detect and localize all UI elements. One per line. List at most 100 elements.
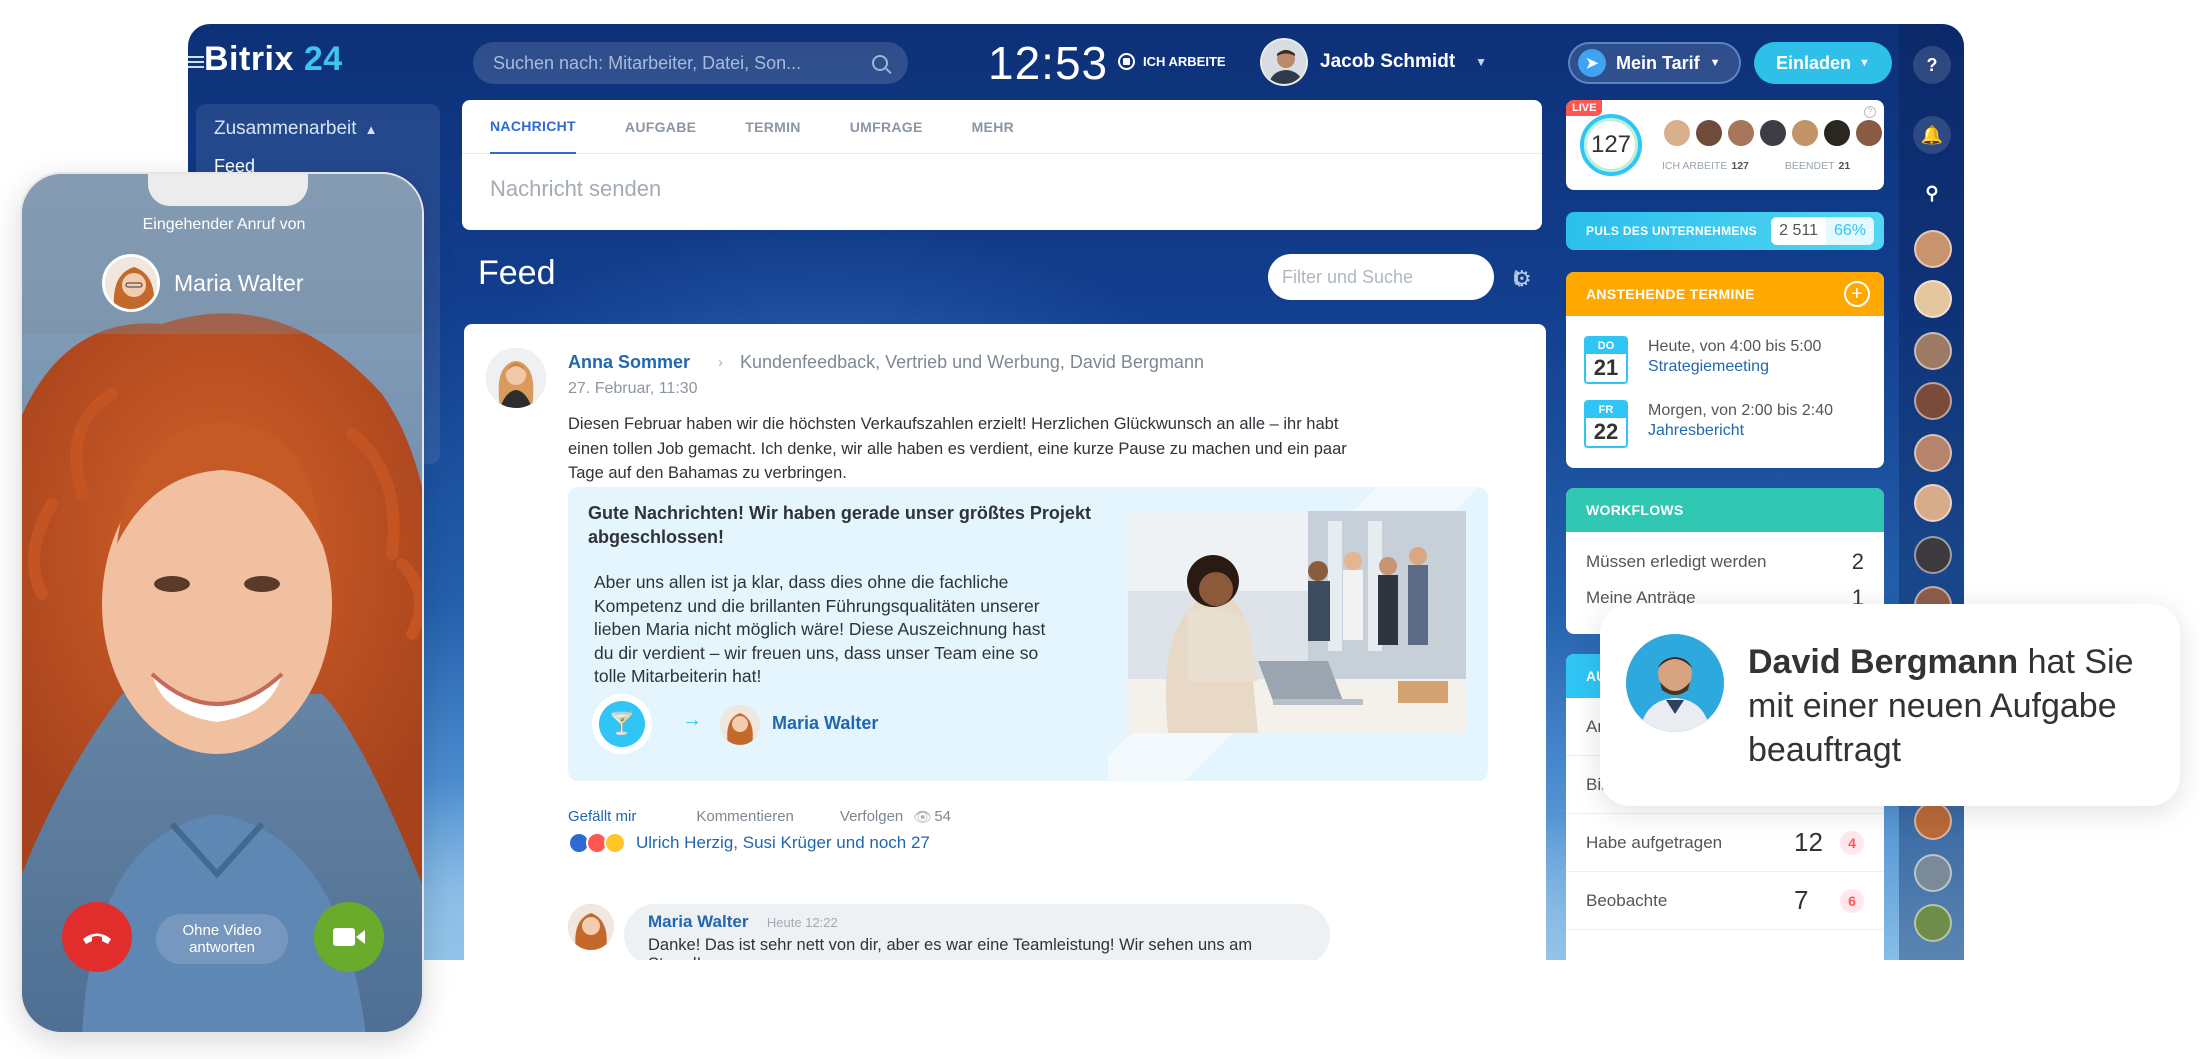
tab-poll[interactable]: UMFRAGE: [850, 100, 923, 154]
task-notification[interactable]: David Bergmann hat Sie mit einer neuen A…: [1600, 604, 2180, 806]
user-menu[interactable]: Jacob Schmidt ▼: [1260, 38, 1487, 86]
post-recipients[interactable]: Kundenfeedback, Vertrieb und Werbung, Da…: [740, 352, 1204, 373]
recipient-name[interactable]: Maria Walter: [772, 713, 878, 734]
workflow-row[interactable]: Müssen erledigt werden 2: [1566, 544, 1884, 580]
avatar[interactable]: [1914, 434, 1952, 472]
filter-input[interactable]: [1282, 266, 1514, 288]
avatar[interactable]: [1914, 382, 1952, 420]
rocket-icon: ➤: [1578, 49, 1606, 77]
invite-button[interactable]: Einladen ▼: [1754, 42, 1892, 84]
app-window: Bitrix 24 12:53 ICH ARBEITE Jacob Schmid…: [188, 24, 1964, 960]
menu-group-collaboration[interactable]: Zusammenarbeit ▲: [214, 118, 377, 140]
avatar[interactable]: [1694, 118, 1724, 148]
avatar[interactable]: [1914, 332, 1952, 370]
post-author[interactable]: Anna Sommer: [568, 352, 690, 373]
help-icon[interactable]: ?: [1864, 106, 1876, 118]
event-dow: FR: [1586, 402, 1626, 418]
task-row[interactable]: Habe aufgetragen 12 4: [1566, 814, 1884, 872]
avatar[interactable]: [1914, 230, 1952, 268]
calendar-icon: FR 22: [1584, 400, 1628, 448]
workflow-label: Müssen erledigt werden: [1586, 552, 1767, 571]
task-badge: 4: [1840, 830, 1864, 855]
tab-task[interactable]: AUFGABE: [625, 100, 696, 154]
menu-burger-icon[interactable]: [188, 56, 204, 68]
tarif-button[interactable]: ➤ Mein Tarif ▼: [1568, 42, 1741, 84]
avatar[interactable]: [1914, 536, 1952, 574]
avatar[interactable]: [1726, 118, 1756, 148]
bell-icon[interactable]: 🔔: [1913, 116, 1951, 154]
comment-author[interactable]: Maria Walter: [648, 912, 748, 931]
pulse-values: 2 511 66%: [1771, 217, 1874, 245]
right-sidebar: ? 🔔 ⚲: [1899, 24, 1964, 960]
search-input[interactable]: [493, 52, 872, 74]
help-icon[interactable]: ?: [1913, 46, 1951, 84]
event-item[interactable]: DO 21 Heute, von 4:00 bis 5:00 Strategie…: [1584, 336, 1821, 384]
comment-button[interactable]: Kommentieren: [696, 808, 794, 826]
events-widget: ANSTEHENDE TERMINE + DO 21 Heute, von 4:…: [1566, 272, 1884, 468]
post-body: Diesen Februar haben wir die höchsten Ve…: [568, 415, 1347, 482]
tab-more[interactable]: MEHR: [972, 100, 1014, 154]
task-row[interactable]: Beobachte 7 6: [1566, 872, 1884, 930]
search-bar[interactable]: [473, 42, 908, 84]
event-dow: DO: [1586, 338, 1626, 354]
composer-tabs: NACHRICHT AUFGABE TERMIN UMFRAGE MEHR: [462, 100, 1542, 154]
gratitude-block: Gute Nachrichten! Wir haben gerade unser…: [568, 487, 1488, 781]
avatar[interactable]: [1662, 118, 1692, 148]
tab-message[interactable]: NACHRICHT: [490, 100, 576, 154]
logo[interactable]: Bitrix 24: [204, 40, 343, 79]
comment-text: Danke! Das ist sehr nett von dir, aber e…: [648, 936, 1253, 960]
like-button[interactable]: Gefällt mir: [568, 808, 636, 826]
chevron-up-icon: ▲: [364, 121, 378, 137]
pulse-counter[interactable]: 127: [1580, 114, 1642, 176]
follow-button[interactable]: Verfolgen: [840, 808, 903, 826]
task-label: Beobachte: [1586, 890, 1668, 910]
work-status-button[interactable]: ICH ARBEITE: [1118, 53, 1226, 70]
gratitude-text: Aber uns allen ist ja klar, dass dies oh…: [594, 572, 1046, 686]
caller-avatar: [102, 254, 160, 312]
filter-bar[interactable]: [1268, 254, 1518, 300]
tab-event[interactable]: TERMIN: [745, 100, 800, 154]
post-date: 27. Februar, 11:30: [568, 380, 698, 397]
avatar[interactable]: [1914, 854, 1952, 892]
avatar[interactable]: [1822, 118, 1852, 148]
pulse-widget[interactable]: PULS DES UNTERNEHMENS 2 511 66%: [1566, 212, 1884, 250]
work-status-label: ICH ARBEITE: [1143, 54, 1226, 69]
avatar: [1260, 38, 1308, 86]
post-actions: Gefällt mir Kommentieren Verfolgen 👁 54: [568, 808, 951, 826]
post-photo[interactable]: [1128, 511, 1466, 733]
avatar[interactable]: [1854, 118, 1884, 148]
notification-text: David Bergmann hat Sie mit einer neuen A…: [1748, 640, 2158, 772]
notification-avatar: [1626, 634, 1724, 732]
workflow-count: 2: [1851, 549, 1864, 574]
live-badge: LIVE: [1566, 100, 1603, 116]
avatar[interactable]: [1914, 904, 1952, 942]
event-item[interactable]: FR 22 Morgen, von 2:00 bis 2:40 Jahresbe…: [1584, 400, 1833, 448]
answer-video-button[interactable]: [314, 902, 384, 972]
avatar[interactable]: [1758, 118, 1788, 148]
phone-notch: [148, 174, 308, 206]
reactions[interactable]: Ulrich Herzig, Susi Krüger und noch 27: [568, 832, 930, 854]
gear-icon[interactable]: ⚙: [1512, 266, 1532, 292]
avatar[interactable]: [1914, 484, 1952, 522]
video-camera-icon: [333, 928, 365, 946]
author-avatar[interactable]: [486, 348, 546, 408]
view-count: 54: [934, 808, 952, 825]
search-icon[interactable]: [872, 55, 888, 71]
decline-call-button[interactable]: [62, 902, 132, 972]
clock: 12:53: [988, 37, 1109, 89]
search-icon[interactable]: ⚲: [1913, 174, 1951, 212]
message-input[interactable]: Nachricht senden: [462, 154, 1542, 224]
answer-without-video-button[interactable]: Ohne Video antworten: [156, 914, 288, 964]
incoming-label: Eingehender Anruf von: [142, 216, 306, 233]
avatar[interactable]: [1790, 118, 1820, 148]
avatar[interactable]: [1914, 802, 1952, 840]
avatar[interactable]: [1914, 280, 1952, 318]
recipient-avatar[interactable]: [720, 705, 760, 745]
event-name[interactable]: Jahresbericht: [1648, 422, 1833, 440]
comment-avatar[interactable]: [568, 904, 614, 950]
task-badge: 6: [1840, 888, 1864, 913]
reactions-text[interactable]: Ulrich Herzig, Susi Krüger und noch 27: [636, 833, 930, 853]
add-event-button[interactable]: +: [1844, 281, 1870, 307]
event-name[interactable]: Strategiemeeting: [1648, 358, 1821, 376]
workflows-header: WORKFLOWS: [1566, 488, 1884, 532]
